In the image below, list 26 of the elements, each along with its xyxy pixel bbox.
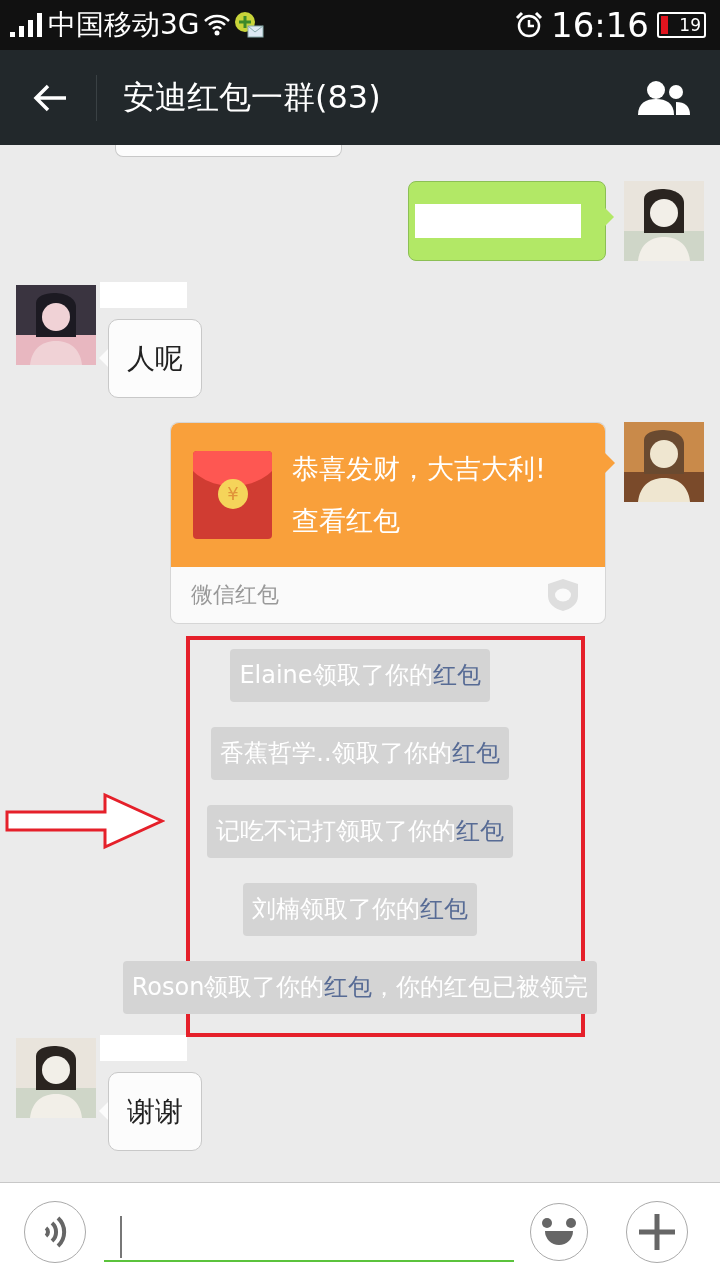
- group-icon: [636, 79, 692, 116]
- group-members-button[interactable]: [636, 79, 692, 116]
- hongbao-link[interactable]: 红包: [451, 739, 500, 767]
- carrier-name: 中国移动3G: [48, 7, 200, 43]
- hongbao-link[interactable]: 红包: [456, 817, 504, 845]
- hongbao-link[interactable]: 红包: [420, 895, 468, 923]
- signal-icon: [10, 13, 44, 37]
- clock-time: 16:16: [551, 5, 649, 45]
- plus-icon: [637, 1211, 677, 1252]
- packet-source: 微信红包: [191, 581, 279, 609]
- hongbao-link[interactable]: 红包: [324, 973, 373, 1001]
- notification-icon: [233, 11, 264, 39]
- packet-greeting: 恭喜发财，大吉大利!: [292, 452, 546, 486]
- battery-indicator: 19: [657, 12, 706, 38]
- shield-icon: [547, 578, 579, 612]
- message-bubble: 谢谢: [108, 1072, 202, 1151]
- chat-title: 安迪红包一群(83): [123, 76, 382, 118]
- hongbao-link[interactable]: 红包: [432, 661, 481, 689]
- input-field[interactable]: [104, 1215, 514, 1262]
- envelope-icon: ¥: [193, 451, 272, 539]
- wifi-icon: [203, 14, 230, 36]
- packet-action: 查看红包: [292, 504, 401, 538]
- alarm-icon: [515, 11, 543, 39]
- message-bubble: 人呢: [108, 319, 202, 398]
- back-arrow-icon: [32, 82, 68, 113]
- emoji-icon: [541, 1216, 577, 1247]
